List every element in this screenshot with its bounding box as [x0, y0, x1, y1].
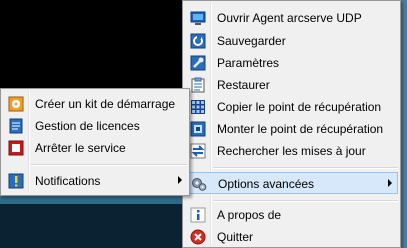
- submenu-arrow-icon: [178, 176, 182, 184]
- restore-icon: [191, 77, 205, 93]
- boot-kit-icon: [8, 96, 24, 112]
- license-icon: [9, 118, 23, 134]
- menu-item-label: Rechercher les mises à jour: [217, 144, 366, 158]
- gears-icon: [192, 178, 207, 191]
- menu-item-copy-recovery-point[interactable]: Copier le point de récupération: [185, 96, 398, 118]
- menu-item-label: Notifications: [35, 174, 101, 188]
- wrench-icon: [190, 55, 206, 71]
- desktop-background-right: [400, 0, 407, 248]
- menu-item-label: Monter le point de récupération: [217, 122, 384, 136]
- menu-item-check-updates[interactable]: Rechercher les mises à jour: [185, 140, 398, 162]
- menu-item-about[interactable]: A propos de: [185, 204, 398, 226]
- info-icon: [190, 207, 206, 223]
- grid-icon: [191, 100, 205, 114]
- stop-icon: [8, 140, 24, 156]
- mount-icon: [190, 121, 206, 137]
- backup-icon: [190, 33, 206, 49]
- menu-item-label: Quitter: [217, 230, 254, 244]
- submenu-item-boot-kit[interactable]: Créer un kit de démarrage: [3, 93, 187, 115]
- menu-item-open-agent[interactable]: Ouvrir Agent arcserve UDP: [185, 7, 398, 29]
- menu-item-label: Options avancées: [218, 177, 315, 191]
- menu-item-advanced-options[interactable]: Options avancées: [185, 172, 398, 194]
- submenu-item-license-management[interactable]: Gestion de licences: [3, 115, 187, 137]
- close-circle-icon: [190, 229, 206, 245]
- tray-context-menu: Ouvrir Agent arcserve UDP Sauvegarder Pa…: [182, 0, 401, 248]
- menu-item-label: Restaurer: [217, 78, 270, 92]
- notification-icon: [8, 173, 24, 189]
- monitor-icon: [190, 11, 206, 25]
- menu-separator: [213, 200, 398, 202]
- menu-item-label: Gestion de licences: [35, 119, 140, 133]
- menu-item-label: A propos de: [217, 208, 282, 222]
- menu-item-label: Copier le point de récupération: [217, 100, 382, 114]
- submenu-arrow-icon: [388, 179, 392, 187]
- menu-item-backup[interactable]: Sauvegarder: [185, 30, 398, 52]
- submenu-item-stop-service[interactable]: Arrêter le service: [3, 137, 187, 159]
- menu-separator: [213, 167, 398, 169]
- menu-item-label: Créer un kit de démarrage: [35, 97, 176, 111]
- menu-item-label: Arrêter le service: [35, 141, 126, 155]
- desktop-background-bottom: [0, 204, 182, 248]
- menu-item-restore[interactable]: Restaurer: [185, 74, 398, 96]
- menu-item-settings[interactable]: Paramètres: [185, 52, 398, 74]
- update-arrows-icon: [190, 143, 206, 159]
- submenu-item-notifications[interactable]: Notifications: [3, 170, 187, 192]
- desktop-background: [0, 0, 182, 91]
- menu-item-label: Ouvrir Agent arcserve UDP: [217, 11, 362, 25]
- menu-separator: [31, 164, 187, 166]
- menu-item-label: Paramètres: [217, 56, 280, 70]
- menu-item-mount-recovery-point[interactable]: Monter le point de récupération: [185, 118, 398, 140]
- advanced-options-submenu: Créer un kit de démarrage Gestion de lic…: [0, 88, 190, 196]
- menu-item-quit[interactable]: Quitter: [185, 226, 398, 248]
- menu-item-label: Sauvegarder: [217, 34, 286, 48]
